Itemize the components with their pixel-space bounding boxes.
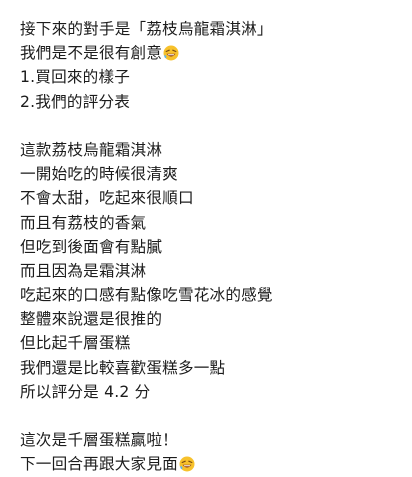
laughing-emoji-icon (179, 456, 195, 472)
post-line-spacer (20, 114, 412, 138)
post-line-review: 但吃到後面會有點膩 (20, 237, 163, 256)
post-line-review: 而且有荔枝的香氣 (20, 213, 147, 232)
post-line-review: 一開始吃的時候很清爽 (20, 165, 178, 184)
post-line-item-2: 2.我們的評分表 (20, 92, 131, 111)
post-line-score: 所以評分是 4.2 分 (20, 382, 151, 401)
post-line-closing: 下一回合再跟大家見面 (20, 452, 412, 476)
post-line-review: 不會太甜，吃起來很順口 (20, 189, 194, 208)
post-line-opponent: 接下來的對手是「荔枝烏龍霜淇淋」 (20, 20, 273, 38)
post-line-closing-text: 下一回合再跟大家見面 (20, 455, 178, 474)
post-line-spacer (20, 404, 412, 428)
post-line-creative: 我們是不是很有創意 (20, 41, 412, 65)
post-line-item-1: 1.買回來的樣子 (20, 68, 131, 87)
post-line-review: 吃起來的口感有點像吃雪花冰的感覺 (20, 286, 273, 305)
post-text: 接下來的對手是「荔枝烏龍霜淇淋」 我們是不是很有創意 1.買回來的樣子 2.我們… (0, 0, 412, 476)
post-line-review-title: 這款荔枝烏龍霜淇淋 (20, 140, 163, 159)
post-line-winner: 這次是千層蛋糕贏啦！ (20, 431, 178, 450)
post-line-creative-text: 我們是不是很有創意 (20, 44, 163, 63)
post-line-review: 整體來說還是很推的 (20, 310, 163, 329)
post-line-review: 我們還是比較喜歡蛋糕多一點 (20, 358, 226, 377)
post-line-review: 而且因為是霜淇淋 (20, 261, 147, 280)
post-line-review: 但比起千層蛋糕 (20, 334, 131, 353)
laughing-emoji-icon (163, 45, 179, 61)
